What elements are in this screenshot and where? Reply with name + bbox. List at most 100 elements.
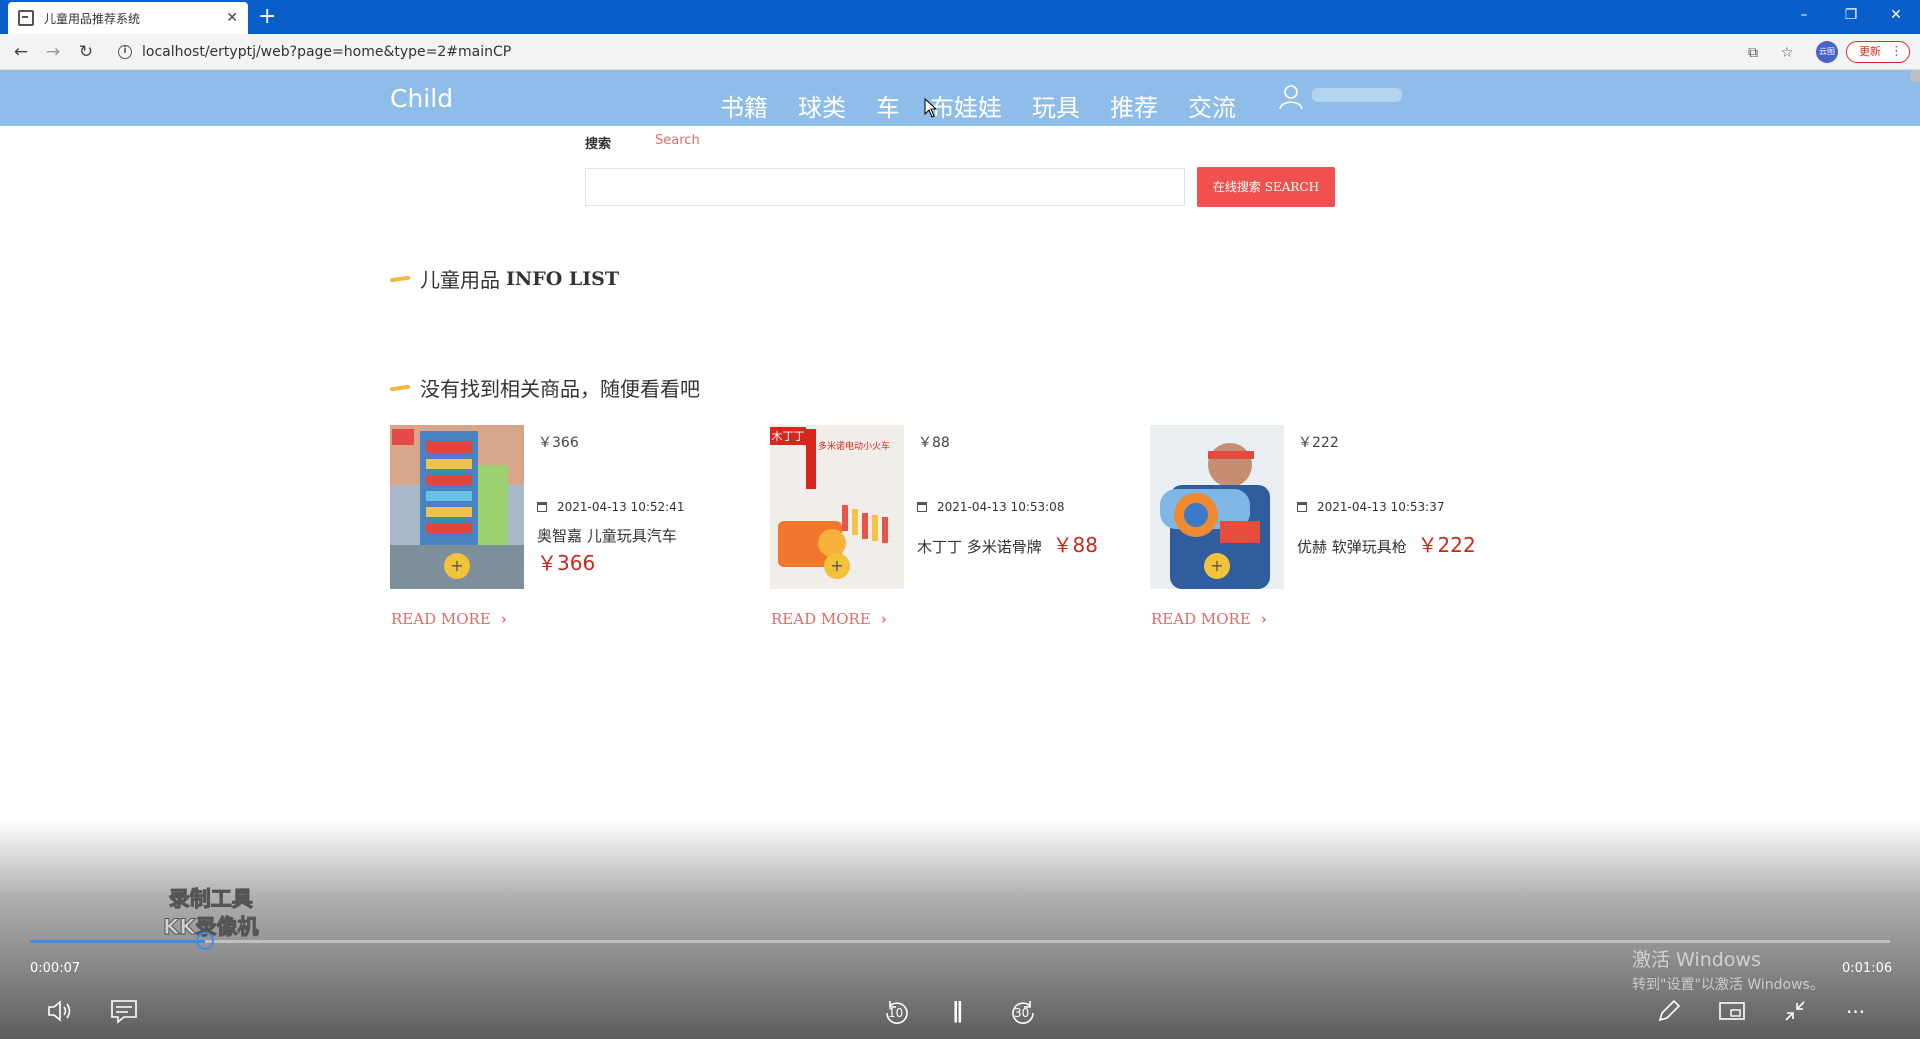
toy-car-garage-image[interactable]: + — [390, 425, 524, 589]
url-text: localhost/ertyptj/web?page=home&type=2#m… — [142, 44, 512, 60]
search-tab-cn[interactable]: 搜索 — [585, 133, 611, 152]
restore-icon[interactable]: ❐ — [1836, 2, 1866, 28]
product-price-small: ￥366 — [538, 435, 579, 451]
mini-view-icon[interactable] — [1718, 998, 1746, 1024]
chevron-right-icon: › — [880, 610, 887, 628]
toy-gun-image[interactable]: + — [1150, 425, 1284, 589]
nav-books[interactable]: 书籍 — [720, 88, 768, 123]
seek-bar[interactable] — [30, 932, 1890, 950]
minimize-icon[interactable]: – — [1789, 2, 1819, 28]
seek-handle[interactable] — [195, 932, 214, 950]
site-navbar: Child 书籍 球类 车 布娃娃 玩具 推荐 交流 — [0, 70, 1920, 126]
pause-icon[interactable]: ∥ — [952, 1000, 963, 1024]
rewind-label: 10 — [888, 1006, 904, 1020]
chevron-right-icon: › — [1260, 610, 1267, 628]
page-favicon-icon — [18, 10, 34, 26]
site-info-icon[interactable]: i — [118, 45, 132, 59]
profile-avatar[interactable]: 云图 — [1816, 41, 1838, 63]
product-price: ￥222 — [1417, 533, 1476, 557]
add-icon[interactable]: + — [1204, 553, 1230, 579]
nav-recommend[interactable]: 推荐 — [1110, 88, 1158, 123]
search-tabs: 搜索 Search — [585, 133, 700, 152]
heading-mark-icon — [389, 275, 411, 282]
nav-balls[interactable]: 球类 — [798, 88, 846, 123]
close-window-icon[interactable]: ✕ — [1881, 2, 1911, 28]
read-more-link[interactable]: READ MORE › — [1151, 610, 1267, 628]
product-name-text: 优赫 软弹玩具枪 — [1297, 538, 1407, 556]
mouse-cursor-icon — [924, 98, 938, 118]
new-tab-icon[interactable]: + — [258, 4, 276, 30]
chevron-right-icon: › — [500, 610, 507, 628]
product-name[interactable]: 木丁丁 多米诺骨牌 ￥88 — [917, 529, 1098, 558]
read-more-link[interactable]: READ MORE › — [391, 610, 507, 628]
address-input[interactable]: i localhost/ertyptj/web?page=home&type=2… — [110, 40, 1750, 64]
pencil-icon[interactable] — [1656, 998, 1682, 1024]
forward-label: 30 — [1014, 1006, 1030, 1020]
browser-toolbar: ← → ↻ i localhost/ertyptj/web?page=home&… — [0, 34, 1920, 70]
search-button[interactable]: 在线搜索 SEARCH — [1197, 167, 1335, 207]
more-options-icon[interactable]: ··· — [1846, 1000, 1865, 1024]
rewind-10-button[interactable]: 10 — [882, 998, 912, 1028]
nav-dolls[interactable]: 布娃娃 — [930, 88, 1002, 123]
thumb-badge-text: 木丁丁 — [772, 430, 805, 443]
forward-icon[interactable]: → — [42, 41, 64, 63]
search-tab-en[interactable]: Search — [655, 133, 700, 152]
search-input[interactable] — [585, 168, 1185, 206]
forward-30-button[interactable]: 30 — [1008, 998, 1038, 1028]
browser-tabbar: 儿童用品推荐系统 ✕ + – ❐ ✕ — [0, 0, 1920, 34]
product-name-text: 木丁丁 多米诺骨牌 — [917, 538, 1042, 556]
watermark-line1: 录制工具 — [168, 887, 253, 912]
update-button[interactable]: 更新 — [1846, 41, 1910, 63]
calendar-icon — [537, 502, 547, 512]
product-card: 木丁丁 多米诺电动小火车 + ￥88 2021-04-13 10:53:08 木… — [770, 424, 1130, 634]
read-more-label: READ MORE — [391, 610, 491, 628]
read-more-link[interactable]: READ MORE › — [771, 610, 887, 628]
bookmark-star-icon[interactable]: ☆ — [1776, 42, 1798, 64]
username-blurred — [1312, 88, 1402, 102]
add-icon[interactable]: + — [444, 553, 470, 579]
volume-icon[interactable] — [46, 998, 76, 1024]
not-found-title: 没有找到相关商品，随便看看吧 — [420, 377, 700, 401]
heading-mark-icon — [389, 384, 411, 391]
user-icon[interactable] — [1278, 84, 1304, 110]
product-date-text: 2021-04-13 10:52:41 — [557, 500, 685, 514]
activate-line2: 转到"设置"以激活 Windows。 — [1632, 977, 1824, 993]
product-price: ￥88 — [1052, 533, 1099, 557]
site-logo[interactable]: Child — [390, 84, 453, 113]
tab-title: 儿童用品推荐系统 — [44, 11, 141, 26]
total-time: 0:01:06 — [1842, 961, 1893, 976]
exit-fullscreen-icon[interactable] — [1782, 998, 1808, 1024]
read-more-label: READ MORE — [1151, 610, 1251, 628]
product-date: 2021-04-13 10:52:41 — [537, 500, 684, 514]
nav-cars[interactable]: 车 — [876, 88, 900, 123]
nav-forum[interactable]: 交流 — [1188, 88, 1236, 123]
domino-train-image[interactable]: 木丁丁 多米诺电动小火车 + — [770, 425, 904, 589]
close-tab-icon[interactable]: ✕ — [226, 10, 238, 26]
main-menu: 书籍 球类 车 布娃娃 玩具 推荐 交流 — [720, 88, 1266, 123]
browser-tab[interactable]: 儿童用品推荐系统 ✕ — [8, 2, 248, 34]
current-time: 0:00:07 — [30, 961, 81, 976]
translate-icon[interactable]: ⧉ — [1742, 42, 1764, 64]
windows-activation-notice: 激活 Windows 转到"设置"以激活 Windows。 — [1632, 945, 1824, 994]
product-price-small: ￥88 — [918, 435, 950, 451]
product-price: ￥366 — [537, 551, 596, 575]
reload-icon[interactable]: ↻ — [75, 41, 97, 63]
product-date-text: 2021-04-13 10:53:08 — [937, 500, 1065, 514]
info-list-heading: 儿童用品 INFO LIST — [389, 264, 620, 293]
calendar-icon — [917, 502, 927, 512]
back-icon[interactable]: ← — [10, 41, 32, 63]
add-icon[interactable]: + — [824, 553, 850, 579]
product-name[interactable]: 奥智嘉 儿童玩具汽车 — [537, 525, 677, 546]
subtitles-icon[interactable] — [110, 998, 138, 1024]
product-date: 2021-04-13 10:53:37 — [1297, 500, 1444, 514]
info-list-title-en: INFO LIST — [506, 267, 620, 290]
nav-toys[interactable]: 玩具 — [1032, 88, 1080, 123]
activate-line1: 激活 Windows — [1632, 949, 1761, 971]
product-name[interactable]: 优赫 软弹玩具枪 ￥222 — [1297, 529, 1476, 558]
info-list-title-cn: 儿童用品 — [420, 268, 500, 292]
product-card: + ￥222 2021-04-13 10:53:37 优赫 软弹玩具枪 ￥222… — [1150, 424, 1510, 634]
page-scrollbar[interactable] — [1910, 70, 1920, 82]
product-date: 2021-04-13 10:53:08 — [917, 500, 1064, 514]
read-more-label: READ MORE — [771, 610, 871, 628]
thumb-caption-text: 多米诺电动小火车 — [818, 440, 890, 452]
